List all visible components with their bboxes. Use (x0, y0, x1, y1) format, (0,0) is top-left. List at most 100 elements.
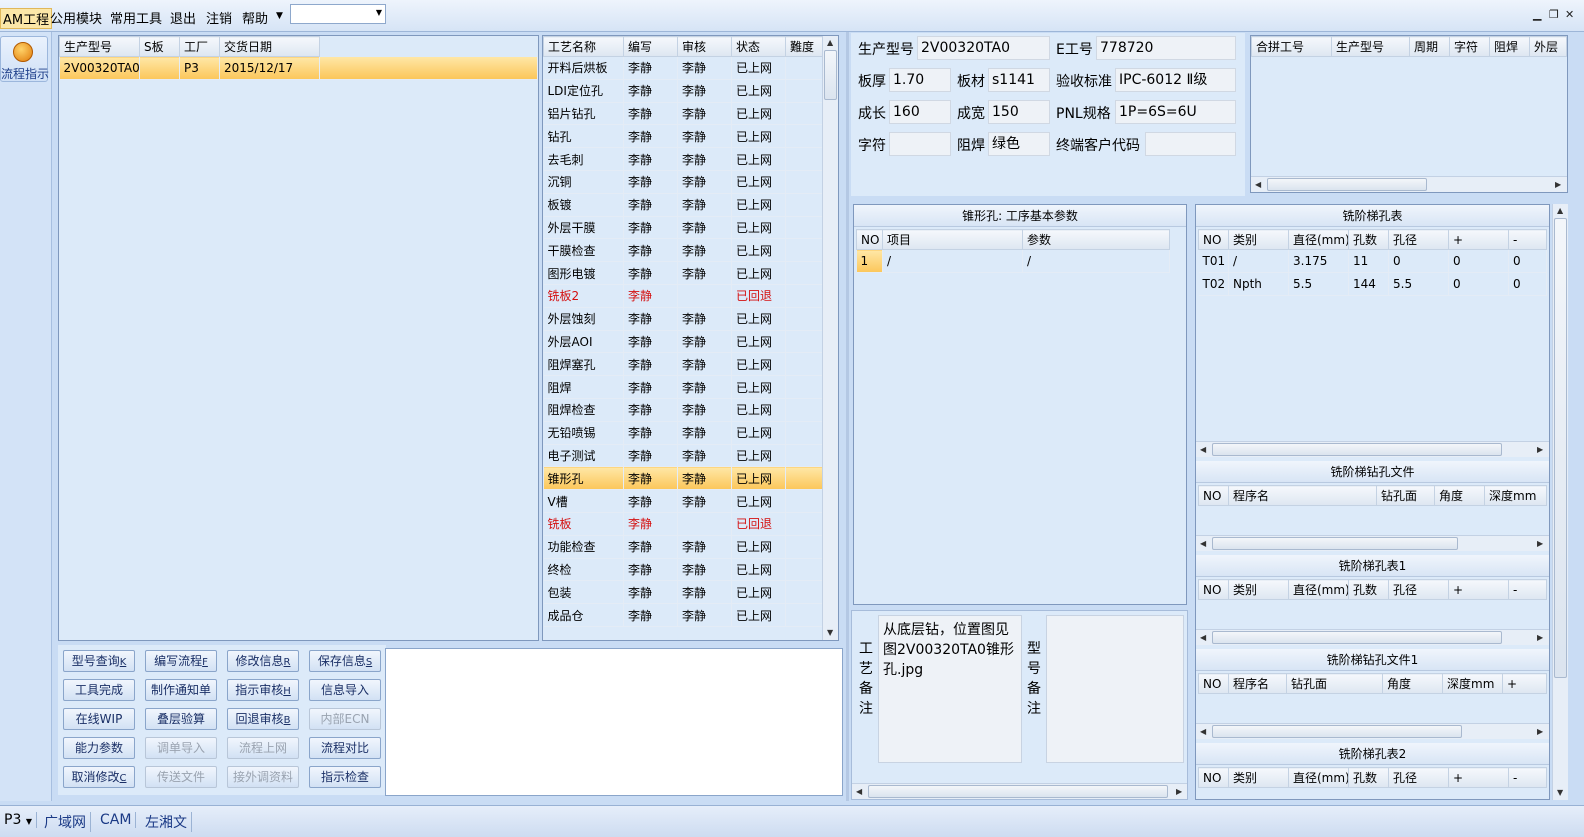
column-header[interactable]: 深度mm (1484, 485, 1547, 506)
action-button[interactable]: 能力参数 (63, 737, 135, 759)
menu-common-modules[interactable]: 公用模块 (50, 8, 102, 27)
table-row[interactable]: 2V00320TA0 P3 2015/12/17 (59, 56, 538, 80)
column-header[interactable]: - (1508, 579, 1547, 600)
splitter[interactable] (846, 32, 849, 801)
action-button[interactable]: 指示检查 (309, 766, 381, 788)
scroll-left-icon[interactable]: ◀ (1200, 633, 1206, 643)
status-tab-cam[interactable]: CAM (96, 812, 137, 828)
column-header[interactable]: + (1448, 229, 1509, 250)
mill-table1-hscroll[interactable]: ◀ ▶ (1196, 629, 1549, 645)
action-button[interactable]: 传送文件 (145, 766, 217, 788)
scroll-up-icon[interactable]: ▲ (827, 38, 833, 48)
column-header[interactable]: + (1448, 767, 1509, 788)
table-row[interactable]: 板镀 李静 李静 已上网 (543, 193, 823, 217)
notes-hscroll[interactable]: ◀ ▶ (852, 783, 1187, 799)
action-button[interactable]: 型号查询K (63, 650, 135, 672)
column-header[interactable]: + (1502, 673, 1547, 694)
pnl-field[interactable]: 1P=6S=6U (1115, 100, 1236, 124)
column-header[interactable]: 字符 (1449, 36, 1490, 57)
column-header[interactable]: NO (1198, 767, 1229, 788)
mill-hscroll[interactable]: ◀ ▶ (1196, 441, 1549, 457)
scroll-thumb[interactable] (1212, 631, 1502, 644)
column-header[interactable]: 生产型号 (1331, 36, 1410, 57)
table-row[interactable]: 成品仓 李静 李静 已上网 (543, 603, 823, 627)
column-header[interactable]: 孔数 (1348, 579, 1389, 600)
length-field[interactable]: 160 (889, 100, 951, 124)
combine-hscroll[interactable]: ◀ ▶ (1251, 176, 1567, 192)
table-row[interactable]: 外层干膜 李静 李静 已上网 (543, 216, 823, 240)
column-header[interactable]: 项目 (882, 229, 1023, 250)
scroll-up-icon[interactable]: ▲ (1557, 206, 1563, 216)
close-icon[interactable]: ✕ (1565, 8, 1574, 21)
action-button[interactable]: 工具完成 (63, 679, 135, 701)
column-header[interactable]: NO (1198, 673, 1229, 694)
column-header[interactable]: 交货日期 (219, 36, 320, 57)
column-header[interactable]: 审核 (677, 36, 732, 57)
column-header[interactable]: 孔径 (1388, 579, 1449, 600)
minimize-icon[interactable]: ▁ (1533, 8, 1541, 21)
column-header[interactable]: NO (1198, 229, 1229, 250)
menu-cam-project[interactable]: AM工程 (0, 8, 53, 29)
scroll-thumb[interactable] (824, 50, 837, 100)
right-vscroll[interactable]: ▲ ▼ (1552, 204, 1568, 800)
model-note-field[interactable] (1046, 615, 1184, 763)
menu-logout[interactable]: 注销 (206, 8, 232, 27)
column-header[interactable]: 直径(mm) (1288, 229, 1349, 250)
width-field[interactable]: 150 (988, 100, 1050, 124)
message-box[interactable] (385, 648, 843, 796)
column-header[interactable]: 编写 (623, 36, 678, 57)
scroll-left-icon[interactable]: ◀ (1255, 180, 1261, 190)
column-header[interactable]: 難度 (785, 36, 823, 57)
table-row[interactable]: T02 Npth 5.5 144 5.5 0 0 (1198, 272, 1547, 296)
table-row[interactable]: T01/3.175 11 0 0 0 (1198, 249, 1547, 273)
scroll-right-icon[interactable]: ▶ (1537, 539, 1543, 549)
scroll-left-icon[interactable]: ◀ (1200, 539, 1206, 549)
action-button[interactable]: 取消修改C (63, 766, 135, 788)
scroll-thumb[interactable] (1212, 443, 1502, 456)
column-header[interactable]: 状态 (731, 36, 786, 57)
menu-exit[interactable]: 退出 (170, 8, 196, 27)
action-button[interactable]: 指示审核H (227, 679, 299, 701)
table-row[interactable]: 包装 李静 李静 已上网 (543, 580, 823, 605)
table-row[interactable]: 外层蚀刻 李静 李静 已上网 (543, 307, 823, 331)
table-row[interactable]: 阻焊 李静 李静 已上网 (543, 375, 823, 399)
table-row[interactable]: 无铅喷锡 李静 李静 已上网 (543, 421, 823, 445)
column-header[interactable]: - (1508, 767, 1547, 788)
e-no-field[interactable]: 778720 (1096, 36, 1236, 60)
table-row[interactable]: 阻焊塞孔 李静 李静 已上网 (543, 352, 823, 377)
column-header[interactable]: 孔数 (1348, 229, 1389, 250)
scroll-left-icon[interactable]: ◀ (1200, 445, 1206, 455)
action-button[interactable]: 内部ECN (309, 708, 381, 730)
scroll-thumb[interactable] (1212, 725, 1462, 738)
action-button[interactable]: 回退审核B (227, 708, 299, 730)
scroll-left-icon[interactable]: ◀ (856, 787, 862, 797)
table-row[interactable]: 去毛刺 李静 李静 已上网 (543, 147, 823, 171)
column-header[interactable]: 工厂 (179, 36, 220, 57)
customer-field[interactable] (1145, 132, 1236, 156)
table-row[interactable]: 1// (856, 249, 1170, 273)
scroll-down-icon[interactable]: ▼ (827, 628, 833, 638)
scroll-thumb[interactable] (1212, 537, 1458, 550)
status-tab-wan[interactable]: 广域网 (40, 812, 91, 832)
column-header[interactable]: S板 (139, 36, 180, 57)
table-row[interactable]: 铣板2 李静 已回退 (543, 284, 823, 308)
action-button[interactable]: 流程对比 (309, 737, 381, 759)
table-row[interactable]: 锥形孔 李静 李静 已上网 (543, 466, 823, 491)
scroll-left-icon[interactable]: ◀ (1200, 727, 1206, 737)
status-tab-user[interactable]: 左湘文 (141, 812, 192, 832)
scroll-down-icon[interactable]: ▼ (1557, 788, 1563, 798)
thickness-field[interactable]: 1.70 (889, 68, 951, 92)
action-button[interactable]: 叠层验算 (145, 708, 217, 730)
column-header[interactable]: NO (1198, 485, 1229, 506)
action-button[interactable]: 调单导入 (145, 737, 217, 759)
scroll-right-icon[interactable]: ▶ (1176, 787, 1182, 797)
toolbar-combo[interactable]: ▼ (290, 4, 386, 24)
column-header[interactable]: - (1508, 229, 1547, 250)
scroll-thumb[interactable] (868, 785, 1168, 798)
table-row[interactable]: 阻焊检查 李静 李静 已上网 (543, 398, 823, 422)
table-row[interactable]: 图形电镀 李静 李静 已上网 (543, 261, 823, 285)
column-header[interactable]: + (1448, 579, 1509, 600)
column-header[interactable]: 生产型号 (59, 36, 140, 57)
action-button[interactable]: 制作通知单 (145, 679, 217, 701)
scroll-right-icon[interactable]: ▶ (1537, 445, 1543, 455)
